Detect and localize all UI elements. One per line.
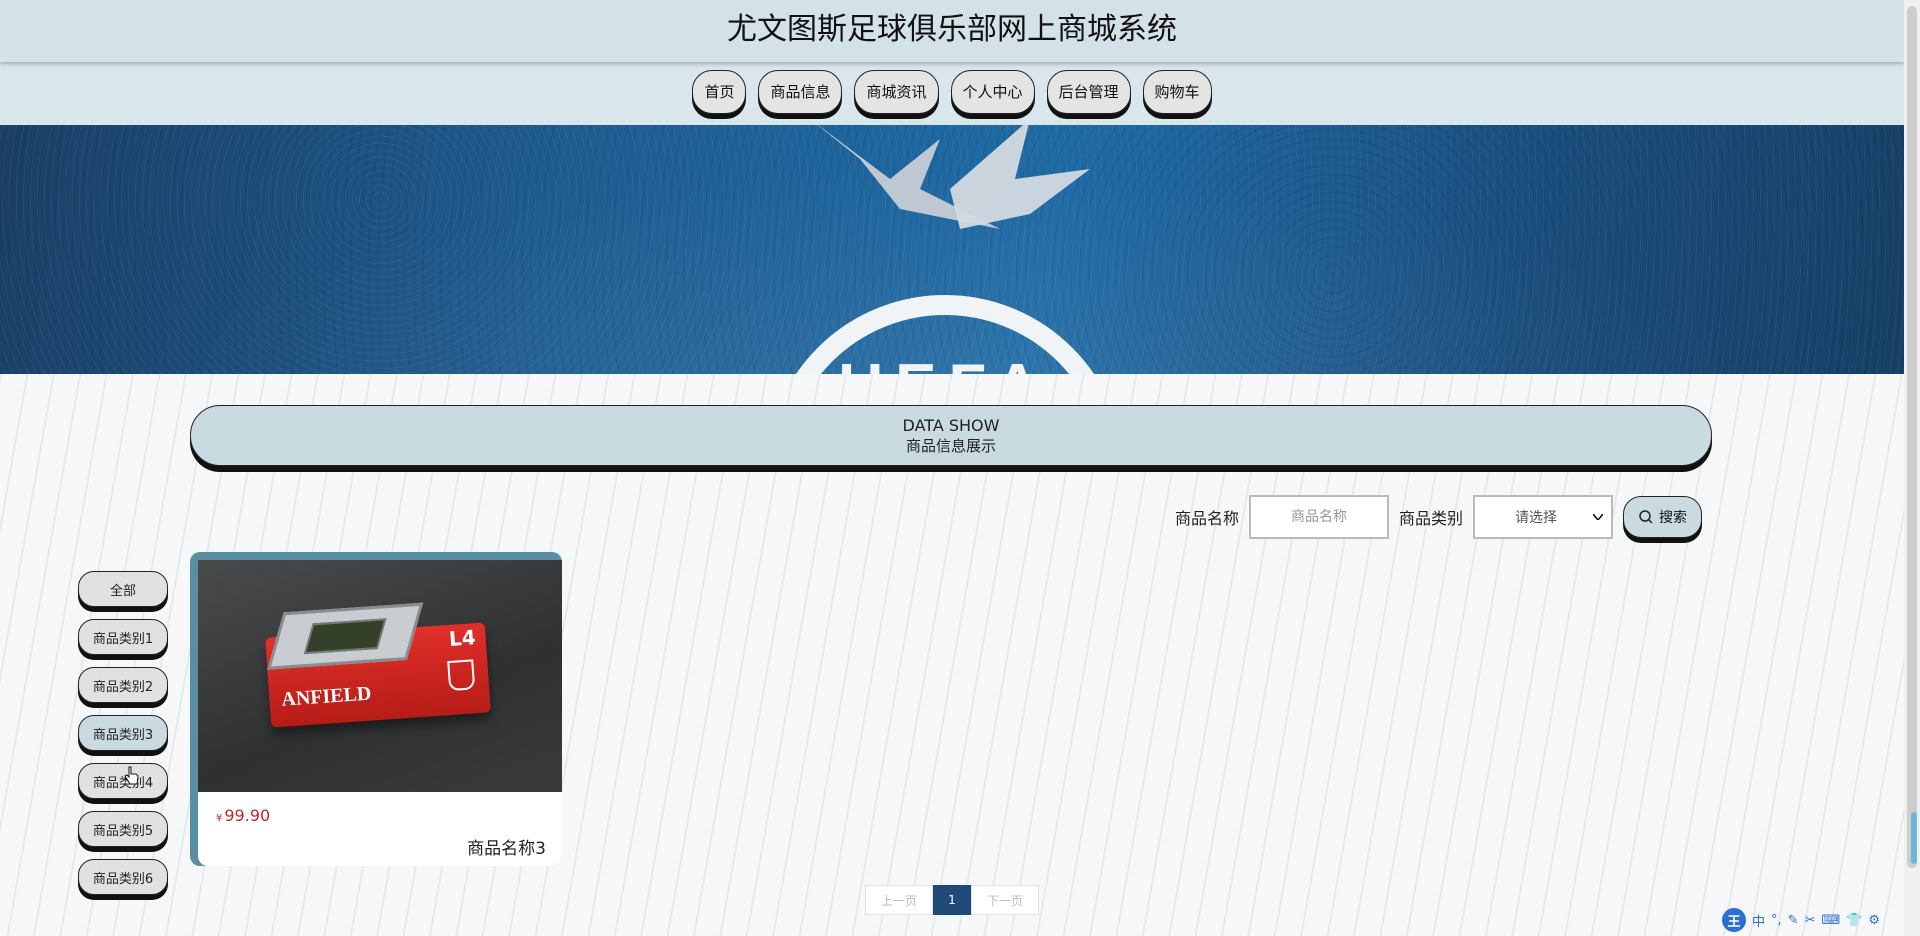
shirt-icon[interactable]: 👕	[1846, 913, 1862, 928]
main-nav: 首页 商品信息 商城资讯 个人中心 后台管理 购物车	[0, 62, 1904, 125]
scissors-icon[interactable]: ✂	[1805, 913, 1816, 928]
page-1-button[interactable]: 1	[933, 885, 971, 915]
banner-image: UEFA	[0, 125, 1904, 374]
product-name-input[interactable]: 商品名称	[1248, 495, 1389, 539]
starball-icon	[817, 125, 1090, 229]
search-button[interactable]: 搜索	[1623, 496, 1702, 538]
hand-cursor-icon	[124, 766, 139, 785]
uefa-logo-text: UEFA	[810, 351, 1080, 374]
nav-news[interactable]: 商城资讯	[854, 69, 939, 114]
pen-icon[interactable]: ✎	[1788, 913, 1799, 928]
category-sidebar: 全部 商品类别1 商品类别2 商品类别3 商品类别4 商品类别5 商品类别6	[78, 571, 168, 895]
category-6[interactable]: 商品类别6	[78, 859, 168, 895]
anfield-pin-badge: L4 ANFIELD	[265, 602, 491, 728]
category-2[interactable]: 商品类别2	[78, 667, 168, 703]
search-button-label: 搜索	[1659, 510, 1687, 526]
product-name-label: 商品名称	[1174, 509, 1239, 528]
vertical-scrollbar[interactable]	[1904, 0, 1920, 936]
nav-profile[interactable]: 个人中心	[950, 69, 1035, 114]
section-title-cn: 商品信息展示	[905, 436, 996, 455]
search-bar: 商品名称 商品名称 商品类别 请选择 搜索	[1175, 495, 1702, 539]
ime-logo-icon[interactable]: 王	[1722, 908, 1746, 932]
category-5[interactable]: 商品类别5	[78, 811, 168, 847]
search-icon	[1639, 510, 1653, 524]
pin-anfield-text: ANFIELD	[280, 682, 373, 711]
ime-mode[interactable]: 中	[1752, 911, 1765, 930]
category-label: 商品类别	[1398, 509, 1463, 528]
nav-admin[interactable]: 后台管理	[1046, 69, 1131, 114]
prev-page-button[interactable]: 上一页	[865, 885, 933, 915]
section-title-bar: DATA SHOW 商品信息展示	[190, 405, 1712, 466]
category-3[interactable]: 商品类别3	[78, 715, 168, 751]
category-select-value: 请选择	[1515, 510, 1557, 526]
category-4[interactable]: 商品类别4	[78, 763, 168, 799]
product-price: ¥99.90	[216, 806, 270, 825]
chevron-down-icon	[1593, 514, 1603, 520]
nav-products[interactable]: 商品信息	[758, 69, 843, 114]
nav-cart[interactable]: 购物车	[1142, 69, 1212, 114]
product-card[interactable]: L4 ANFIELD ¥99.90 商品名称3	[190, 552, 562, 866]
product-name[interactable]: 商品名称3	[467, 834, 546, 859]
category-1[interactable]: 商品类别1	[78, 619, 168, 655]
category-select[interactable]: 请选择	[1473, 495, 1613, 539]
nav-home[interactable]: 首页	[692, 69, 747, 114]
currency-symbol: ¥	[216, 813, 223, 824]
section-title-en: DATA SHOW	[902, 415, 1000, 435]
next-page-button[interactable]: 下一页	[971, 885, 1039, 915]
liverpool-crest-icon	[447, 659, 476, 692]
punctuation-icon[interactable]: °,	[1771, 913, 1782, 928]
settings-icon[interactable]: ⚙	[1868, 913, 1880, 928]
scroll-indicator	[1911, 812, 1917, 864]
scrollbar-thumb[interactable]	[1907, 6, 1917, 868]
keyboard-icon[interactable]: ⌨	[1821, 913, 1840, 928]
site-header: 尤文图斯足球俱乐部网上商城系统	[0, 0, 1904, 62]
site-title: 尤文图斯足球俱乐部网上商城系统	[727, 12, 1177, 47]
price-value: 99.90	[224, 806, 271, 825]
product-image[interactable]: L4 ANFIELD	[198, 560, 562, 792]
pagination: 上一页 1 下一页	[865, 885, 1039, 915]
category-all[interactable]: 全部	[78, 571, 168, 607]
ime-toolbar: 王 中 °, ✎ ✂ ⌨ 👕 ⚙	[1722, 908, 1920, 932]
pin-l4-text: L4	[448, 625, 477, 651]
